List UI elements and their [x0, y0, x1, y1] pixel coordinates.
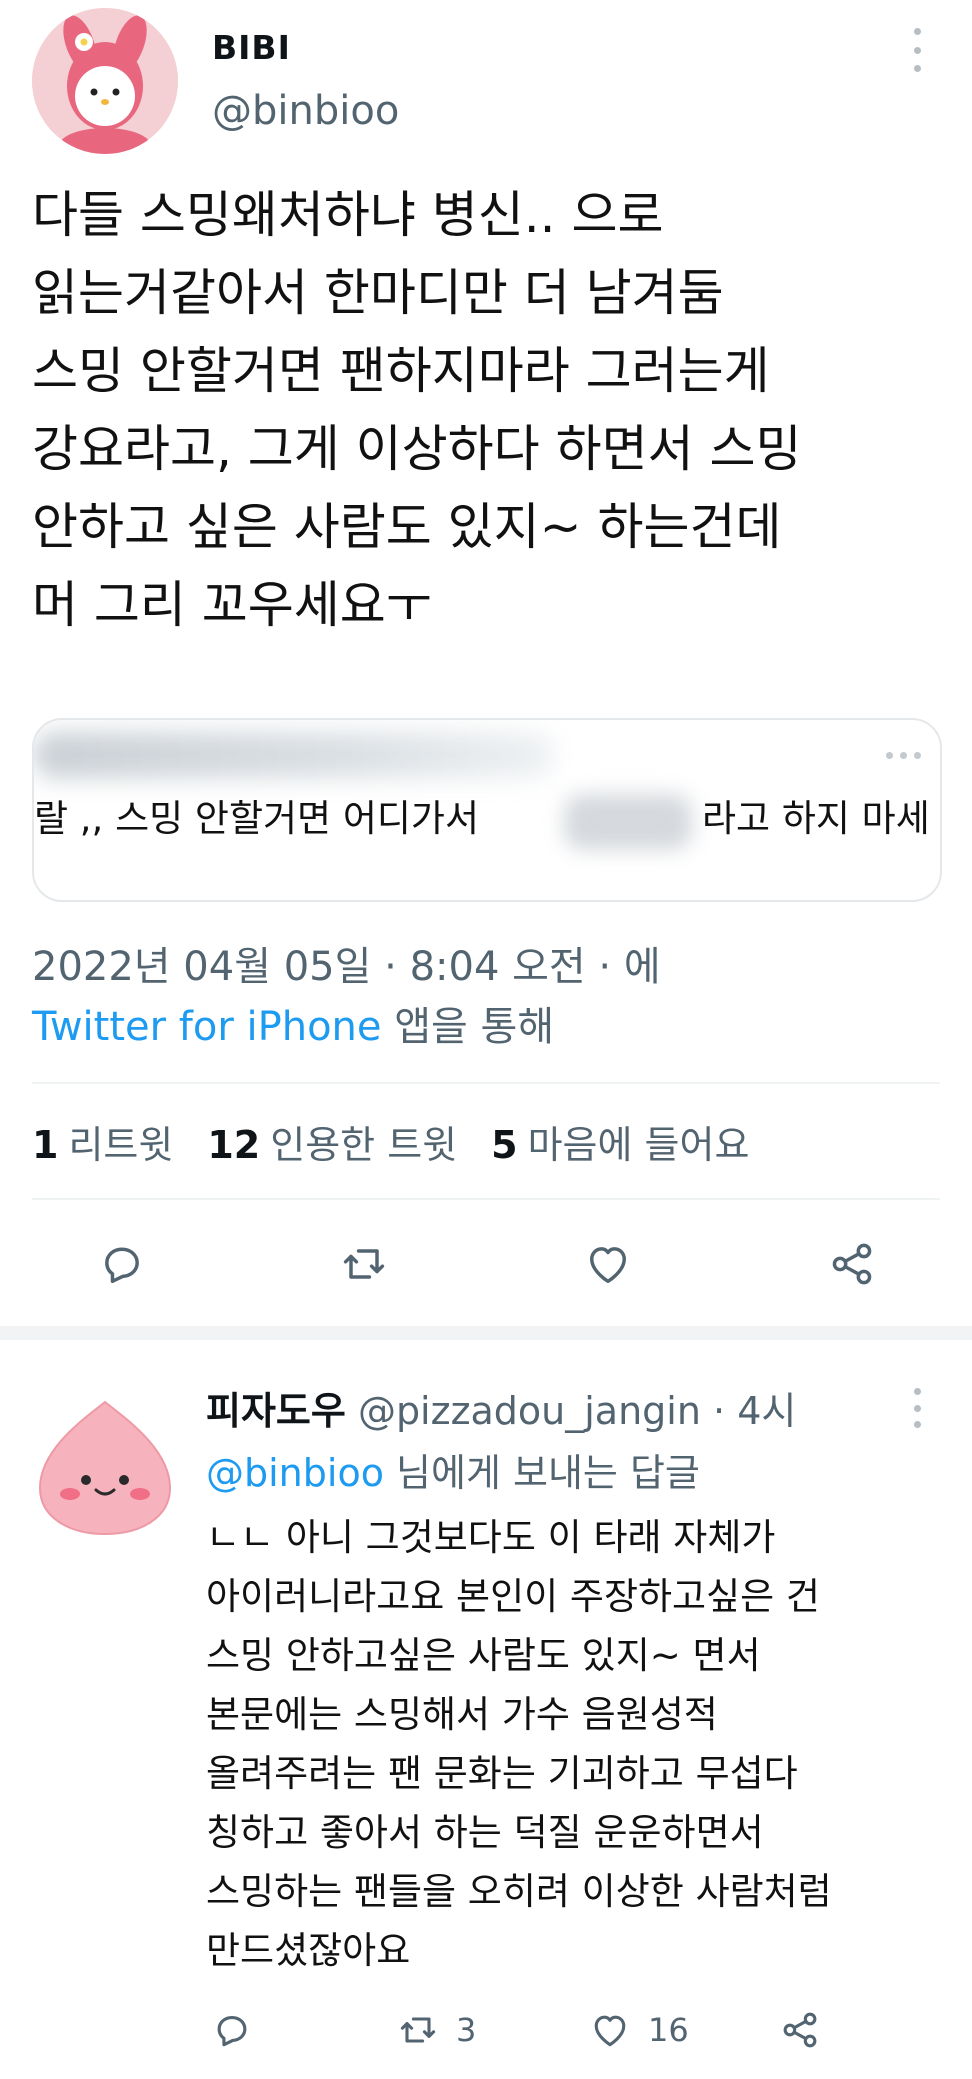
quoted-tweet-text: 랄 ,, 스밍 안할거면 어디가서	[34, 797, 480, 840]
reply-handle[interactable]: @pizzadou_jangin	[358, 1389, 701, 1433]
source-app-link[interactable]: Twitter for iPhone	[32, 1004, 382, 1050]
reply-retweet-count: 3	[456, 2011, 477, 2049]
replying-to-mention[interactable]: @binbioo	[206, 1451, 384, 1495]
tweet-text-line: 머 그리 꼬우세요ㅜ	[32, 576, 432, 634]
divider	[32, 1082, 940, 1084]
like-icon	[590, 1247, 626, 1284]
reply-like-count: 16	[648, 2011, 689, 2049]
quoted-tweet-card[interactable]: 랄 ,, 스밍 안할거면 어디가서 라고 하지 마세	[32, 718, 942, 902]
reply-retweet-button[interactable]: 3	[396, 2008, 476, 2052]
tweet-text: 다들 스밍왜처하냐 병신.. 으로 읽는거같아서 한마디만 더 남겨둠 스밍 안…	[32, 176, 952, 644]
share-button[interactable]	[824, 1236, 880, 1292]
peach-avatar-image	[38, 1400, 172, 1536]
tweet-text-line: 안하고 싶은 사람도 있지~ 하는건데	[32, 498, 782, 556]
reply-text-line: 칭하고 좋아서 하는 덕질 운운하면서	[206, 1811, 764, 1854]
blurred-quote-header	[34, 732, 554, 778]
reply-like-button[interactable]: 16	[588, 2008, 689, 2052]
likes-label: 마음에 들어요	[527, 1123, 750, 1167]
replying-to-label: 님에게 보내는 답글	[383, 1451, 700, 1495]
quotes-label: 인용한 트윗	[270, 1123, 458, 1167]
likes-stat[interactable]: 5 마음에 들어요	[491, 1114, 749, 1169]
more-horizontal-icon[interactable]	[886, 752, 921, 759]
reply-icon	[105, 1247, 139, 1284]
author-handle[interactable]: @binbioo	[212, 88, 399, 134]
reply-text-line: 아이러니라고요 본인이 주장하고싶은 건	[206, 1575, 820, 1618]
reply-text: ㄴㄴ 아니 그것보다도 이 타래 자체가 아이러니라고요 본인이 주장하고싶은 …	[206, 1508, 946, 1980]
retweet-icon	[343, 1249, 385, 1279]
reply-share-button[interactable]	[778, 2008, 822, 2052]
tweet-text-line: 다들 스밍왜처하냐 병신.. 으로	[32, 186, 664, 244]
quotes-stat[interactable]: 12 인용한 트윗	[207, 1114, 457, 1169]
reply-header: 피자도우 @pizzadou_jangin · 4시	[206, 1380, 796, 1435]
retweet-button[interactable]	[336, 1236, 392, 1292]
retweets-stat[interactable]: 1 리트윗	[32, 1114, 173, 1169]
reply-text-line: ㄴㄴ 아니 그것보다도 이 타래 자체가	[206, 1516, 776, 1559]
tweet-text-line: 스밍 안할거면 팬하지마라 그러는게	[32, 342, 770, 400]
author-display-name[interactable]: BIBI	[212, 28, 291, 67]
tweet-source: Twitter for iPhone 앱을 통해	[32, 994, 554, 1052]
section-separator	[0, 1326, 972, 1340]
quoted-tweet-text-continued: 라고 하지 마세	[702, 797, 930, 840]
tweet-text-line: 강요라고, 그게 이상하다 하면서 스밍	[32, 420, 802, 478]
replying-to: @binbioo 님에게 보내는 답글	[206, 1442, 700, 1497]
reply-time[interactable]: 4시	[737, 1389, 796, 1433]
like-icon	[594, 2015, 626, 2047]
reply-separator: ·	[700, 1389, 738, 1433]
tweet-detail-page: BIBI @binbioo 다들 스밍왜처하냐 병신.. 으로 읽는거같아서 한…	[0, 0, 972, 2079]
reply-author-avatar[interactable]	[34, 1396, 176, 1538]
share-icon	[783, 2012, 817, 2048]
reply-text-line: 본문에는 스밍해서 가수 음원성적	[206, 1693, 718, 1736]
like-button[interactable]	[580, 1236, 636, 1292]
tweet-stats: 1 리트윗 12 인용한 트윗 5 마음에 들어요	[32, 1114, 749, 1169]
quotes-count: 12	[207, 1123, 261, 1167]
retweet-icon	[400, 2017, 436, 2043]
share-icon	[832, 1243, 872, 1285]
divider	[32, 1198, 940, 1200]
likes-count: 5	[491, 1123, 518, 1167]
retweets-count: 1	[32, 1123, 59, 1167]
retweets-label: 리트윗	[68, 1123, 174, 1167]
author-avatar[interactable]	[32, 8, 178, 154]
source-suffix: 앱을 통해	[381, 1004, 555, 1050]
reply-text-line: 올려주려는 팬 문화는 기괴하고 무섭다	[206, 1752, 798, 1795]
reply-text-line: 스밍하는 팬들을 오히려 이상한 사람처럼	[206, 1870, 832, 1913]
tweet-timestamp[interactable]: 2022년 04월 05일 · 8:04 오전 · 에	[32, 934, 661, 992]
melody-avatar-image	[32, 8, 178, 154]
reply-text-line: 스밍 안하고싶은 사람도 있지~ 면서	[206, 1634, 761, 1677]
reply-reply-button[interactable]	[210, 2008, 254, 2052]
more-vertical-icon[interactable]	[900, 28, 934, 72]
reply-text-line: 만드셨잖아요	[206, 1929, 411, 1972]
tweet-text-line: 읽는거같아서 한마디만 더 남겨둠	[32, 264, 724, 322]
reply-icon	[217, 2015, 247, 2047]
reply-display-name[interactable]: 피자도우	[206, 1389, 346, 1433]
more-vertical-icon[interactable]	[900, 1388, 934, 1428]
reply-button[interactable]	[94, 1236, 150, 1292]
blurred-quote-word	[564, 794, 692, 850]
